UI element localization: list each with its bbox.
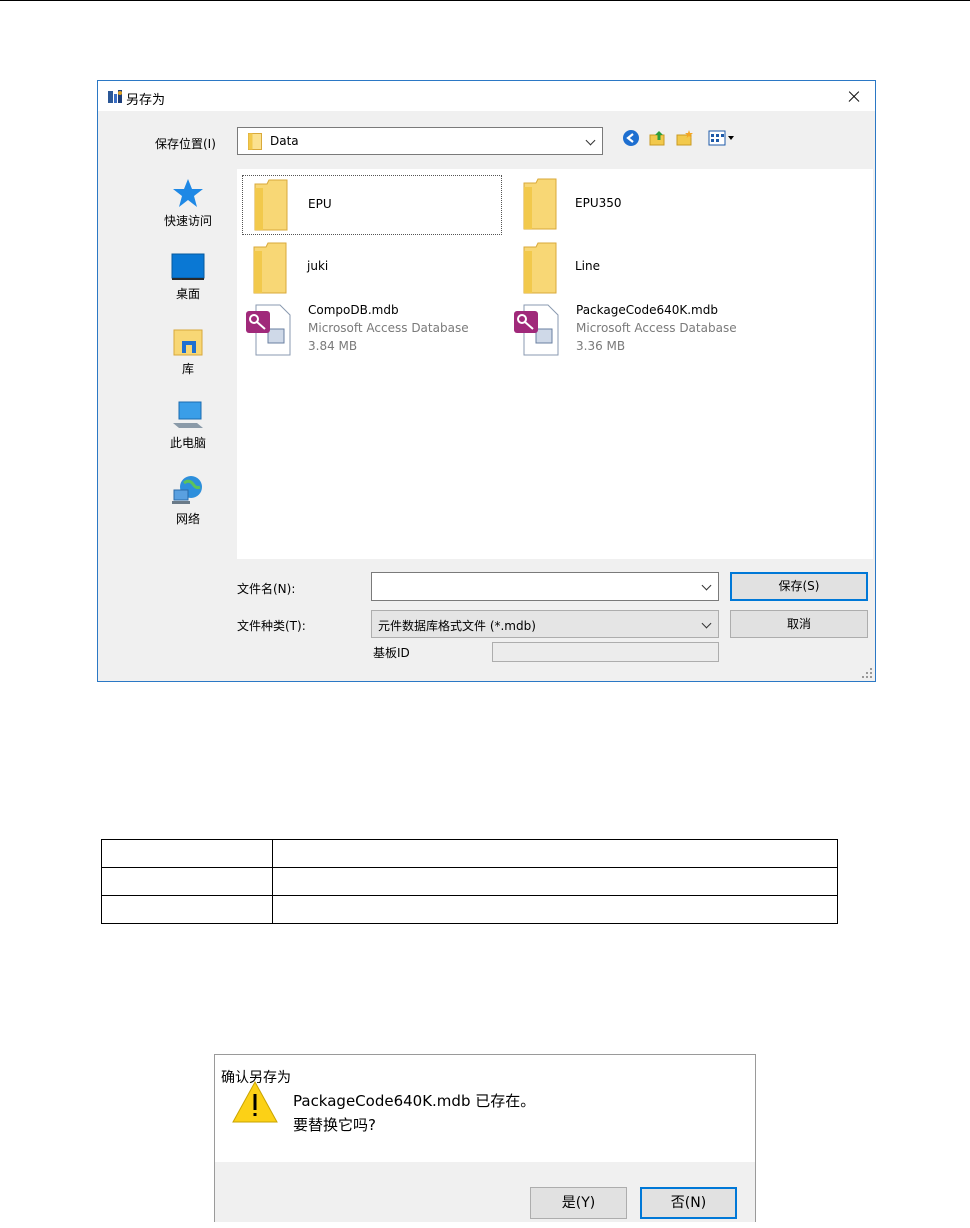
place-label: 库 [181,362,194,376]
cancel-button[interactable]: 取消 [730,610,868,638]
table-cell [272,839,838,868]
up-folder-icon[interactable] [649,129,667,147]
save-button[interactable]: 保存(S) [730,572,868,601]
file-name: EPU350 [575,196,622,210]
table-row [101,839,838,868]
folder-icon [254,179,288,231]
warning-icon [232,1080,278,1123]
view-menu-button[interactable] [708,129,738,147]
folder-icon [523,178,557,230]
file-item-line[interactable]: Line [512,241,772,301]
table-cell [272,895,838,924]
dialog-title: 另存为 [126,93,166,108]
place-libraries[interactable]: 库 [143,327,233,391]
save-in-dropdown[interactable]: Data [237,127,603,155]
folder-icon [248,133,262,150]
folder-icon [253,242,287,294]
file-item-packagecode640k[interactable]: PackageCode640K.mdb Microsoft Access Dat… [512,301,772,361]
yes-button[interactable]: 是(Y) [530,1187,627,1219]
view-grid-icon [708,130,734,146]
library-icon [173,329,203,356]
star-icon [173,179,203,207]
document-table [101,839,838,924]
filename-field[interactable] [371,572,719,601]
save-in-label: 保存位置(I) [155,137,216,151]
place-label: 此电脑 [169,436,206,450]
access-database-icon [514,304,559,356]
place-network[interactable]: 网络 [143,475,233,539]
folder-icon [523,242,557,294]
place-quick-access[interactable]: 快速访问 [143,177,233,241]
chevron-down-icon [701,618,712,629]
place-desktop[interactable]: 桌面 [143,252,233,316]
chevron-down-icon [585,135,596,146]
confirm-button-bar: 是(Y) 否(N) [215,1162,755,1222]
board-id-label: 基板ID [373,646,410,660]
file-name: PackageCode640K.mdb [576,303,718,317]
access-database-icon [246,304,291,356]
place-label: 桌面 [175,287,200,301]
confirm-message-line1: PackageCode640K.mdb 已存在。 [293,1092,536,1110]
desktop-icon [171,253,205,280]
file-size: 3.84 MB [308,339,358,353]
table-row [101,895,838,924]
title-bar[interactable]: 另存为 [98,81,875,111]
new-folder-icon[interactable] [676,129,694,147]
no-button[interactable]: 否(N) [640,1187,737,1219]
filetype-label: 文件种类(T): [237,619,306,633]
chevron-down-icon [701,580,712,591]
file-item-epu[interactable]: EPU [242,175,502,235]
file-type: Microsoft Access Database [576,321,737,335]
table-row [101,867,838,896]
confirm-save-as-dialog: 确认另存为 PackageCode640K.mdb 已存在。 要替换它吗? 是(… [214,1054,756,1222]
table-cell [101,839,273,868]
table-cell [101,867,273,896]
place-label: 网络 [175,512,200,526]
table-cell [272,867,838,896]
back-icon[interactable] [622,129,640,147]
save-in-value: Data [270,134,299,148]
file-item-juki[interactable]: juki [242,241,502,301]
file-item-compodb[interactable]: CompoDB.mdb Microsoft Access Database 3.… [242,301,502,361]
table-cell [101,895,273,924]
filetype-value: 元件数据库格式文件 (*.mdb) [378,619,536,633]
page-top-rule [0,0,970,1]
confirm-message-line2: 要替换它吗? [293,1116,376,1134]
filetype-dropdown[interactable]: 元件数据库格式文件 (*.mdb) [371,610,719,638]
computer-icon [173,401,203,428]
place-label: 快速访问 [163,214,212,228]
file-type: Microsoft Access Database [308,321,469,335]
file-size: 3.36 MB [576,339,626,353]
board-id-input[interactable] [492,642,719,662]
close-button[interactable] [831,81,875,111]
place-this-pc[interactable]: 此电脑 [143,401,233,465]
resize-grip-icon[interactable] [861,667,873,679]
network-icon [172,476,202,504]
filename-label: 文件名(N): [237,582,296,596]
file-name: Line [575,259,601,273]
file-list: EPU EPU350 juki Line CompoDB.mdb Microso… [237,169,873,559]
file-item-epu350[interactable]: EPU350 [512,175,772,235]
file-name: juki [307,259,329,273]
app-icon [108,90,122,103]
file-name: CompoDB.mdb [308,303,399,317]
file-name: EPU [308,197,332,211]
save-as-dialog: 另存为 保存位置(I) Data 快速访问 桌面 库 此电脑 网络 EPU EP… [97,80,876,682]
